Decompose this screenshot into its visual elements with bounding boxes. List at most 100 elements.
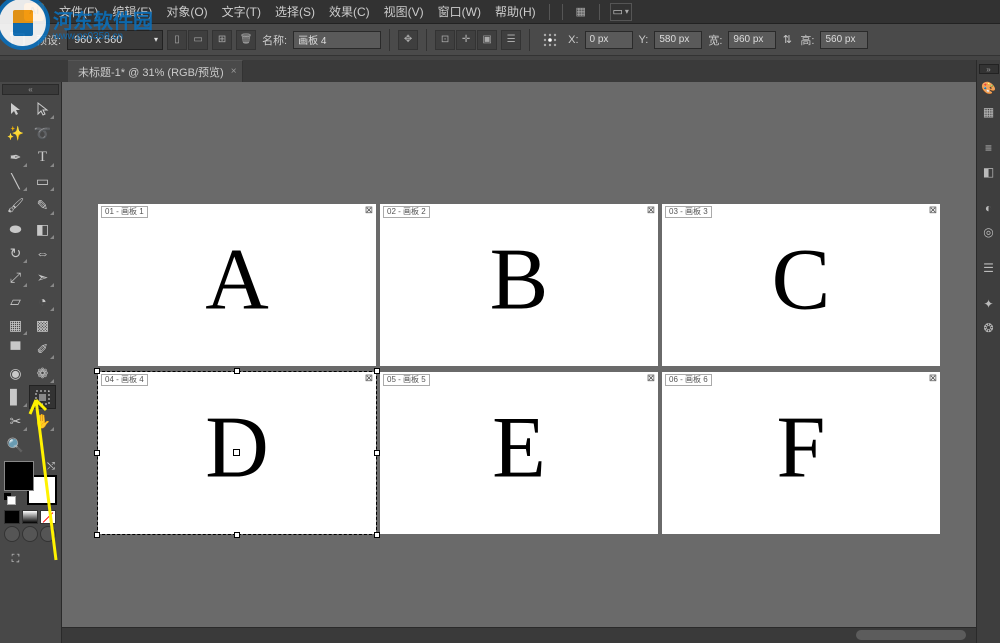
color-panel-icon[interactable]: 🎨: [979, 78, 999, 98]
draw-normal[interactable]: [4, 526, 20, 542]
artboard-tool[interactable]: [29, 385, 56, 409]
hand-tool[interactable]: ✋: [29, 409, 56, 433]
canvas-area[interactable]: 01 - 画板 1 ⊠ A 02 - 画板 2 ⊠ B 03 - 画板 3 ⊠ …: [62, 82, 976, 643]
selection-handle[interactable]: [234, 368, 240, 374]
free-transform-tool[interactable]: ▱: [2, 289, 29, 313]
slice-tool[interactable]: ✂: [2, 409, 29, 433]
arrange-documents-button[interactable]: ▭: [610, 3, 632, 21]
artboard-2[interactable]: 02 - 画板 2 ⊠ B: [380, 204, 658, 366]
width-tool[interactable]: ➣: [29, 265, 56, 289]
perspective-grid-tool[interactable]: ▦: [2, 313, 29, 337]
direct-selection-tool[interactable]: [29, 97, 56, 121]
stroke-panel-icon[interactable]: ≡: [979, 138, 999, 158]
line-tool[interactable]: ╲: [2, 169, 29, 193]
orientation-landscape-button[interactable]: ▭: [188, 30, 208, 50]
move-with-artboard-button[interactable]: ✥: [398, 30, 418, 50]
artboard-close-icon[interactable]: ⊠: [646, 206, 656, 216]
menu-object[interactable]: 对象(O): [159, 0, 214, 24]
h-label: 高:: [800, 32, 814, 48]
artboard-close-icon[interactable]: ⊠: [364, 206, 374, 216]
draw-inside[interactable]: [40, 526, 56, 542]
show-cross-hairs-button[interactable]: ✛: [456, 30, 476, 50]
selection-handle[interactable]: [94, 532, 100, 538]
type-tool[interactable]: T: [29, 145, 56, 169]
paintbrush-tool[interactable]: 🖌: [2, 193, 29, 217]
x-input[interactable]: [585, 31, 633, 49]
pen-tool[interactable]: ✒: [2, 145, 29, 169]
selection-handle[interactable]: [234, 532, 240, 538]
rectangle-tool[interactable]: ▭: [29, 169, 56, 193]
width-input[interactable]: [728, 31, 776, 49]
symbols-panel-icon[interactable]: ❂: [979, 318, 999, 338]
rotate-tool[interactable]: ↻: [2, 241, 29, 265]
artboard-close-icon[interactable]: ⊠: [646, 374, 656, 384]
link-wh-icon[interactable]: ⇅: [780, 28, 794, 52]
eyedropper-tool[interactable]: ✐: [29, 337, 56, 361]
selection-handle[interactable]: [94, 450, 100, 456]
new-artboard-button[interactable]: ⊞: [212, 30, 232, 50]
color-mode-solid[interactable]: [4, 510, 20, 524]
artboard-3[interactable]: 03 - 画板 3 ⊠ C: [662, 204, 940, 366]
artboard-close-icon[interactable]: ⊠: [928, 374, 938, 384]
artboard-options-button[interactable]: ☰: [501, 30, 521, 50]
artboard-name-input[interactable]: [293, 31, 381, 49]
selection-handle[interactable]: [94, 368, 100, 374]
blob-brush-tool[interactable]: ⬬: [2, 217, 29, 241]
selection-tool[interactable]: [2, 97, 29, 121]
draw-behind[interactable]: [22, 526, 38, 542]
mesh-tool[interactable]: ▩: [29, 313, 56, 337]
brushes-panel-icon[interactable]: ✦: [979, 294, 999, 314]
menu-effect[interactable]: 效果(C): [322, 0, 377, 24]
symbol-sprayer-tool[interactable]: ❁: [29, 361, 56, 385]
menu-select[interactable]: 选择(S): [268, 0, 322, 24]
y-input[interactable]: [654, 31, 702, 49]
menu-type[interactable]: 文字(T): [215, 0, 268, 24]
color-mode-gradient[interactable]: [22, 510, 38, 524]
transparency-panel-icon[interactable]: ◐: [979, 198, 999, 218]
orientation-portrait-button[interactable]: ▯: [167, 30, 187, 50]
show-center-mark-button[interactable]: ⊡: [435, 30, 455, 50]
swap-fill-stroke-icon[interactable]: ⤭: [47, 461, 55, 472]
menu-window[interactable]: 窗口(W): [431, 0, 488, 24]
shape-builder-tool[interactable]: ◔: [29, 289, 56, 313]
layers-panel-icon[interactable]: ☰: [979, 258, 999, 278]
artboard-1[interactable]: 01 - 画板 1 ⊠ A: [98, 204, 376, 366]
pencil-tool[interactable]: ✎: [29, 193, 56, 217]
fill-swatch[interactable]: [4, 461, 34, 491]
horizontal-scrollbar[interactable]: [62, 627, 976, 643]
reference-point-icon[interactable]: [538, 28, 562, 52]
column-graph-tool[interactable]: ▋: [2, 385, 29, 409]
bridge-icon[interactable]: ▦: [572, 3, 590, 21]
zoom-tool[interactable]: 🔍: [2, 433, 29, 457]
artboard-6[interactable]: 06 - 画板 6 ⊠ F: [662, 372, 940, 534]
blend-tool[interactable]: ◉: [2, 361, 29, 385]
scrollbar-thumb[interactable]: [856, 630, 966, 640]
magic-wand-tool[interactable]: ✨: [2, 121, 29, 145]
gradient-tool[interactable]: ▀: [2, 337, 29, 361]
panel-expand-grip[interactable]: »: [979, 64, 999, 74]
appearance-panel-icon[interactable]: ◎: [979, 222, 999, 242]
artboard-close-icon[interactable]: ⊠: [364, 374, 374, 384]
gradient-panel-icon[interactable]: ◧: [979, 162, 999, 182]
artboard-4[interactable]: 04 - 画板 4 ⊠ D: [98, 372, 376, 534]
screen-mode-button[interactable]: ⛶: [2, 547, 29, 571]
artboard-content-letter: C: [772, 229, 831, 330]
menu-help[interactable]: 帮助(H): [488, 0, 543, 24]
lasso-tool[interactable]: ➰: [29, 121, 56, 145]
fill-stroke-swatch[interactable]: ⤭: [4, 461, 57, 505]
delete-artboard-button[interactable]: 🗑: [236, 30, 256, 50]
artboard-5[interactable]: 05 - 画板 5 ⊠ E: [380, 372, 658, 534]
default-fill-stroke-icon[interactable]: [4, 493, 16, 505]
document-tab[interactable]: 未标题-1* @ 31% (RGB/预览) ×: [68, 60, 243, 82]
artboard-close-icon[interactable]: ⊠: [928, 206, 938, 216]
reflect-tool[interactable]: ⇔: [29, 241, 56, 265]
close-icon[interactable]: ×: [231, 66, 237, 77]
swatches-panel-icon[interactable]: ▦: [979, 102, 999, 122]
tools-collapse-grip[interactable]: «: [2, 84, 59, 95]
eraser-tool[interactable]: ◧: [29, 217, 56, 241]
height-input[interactable]: [820, 31, 868, 49]
scale-tool[interactable]: ⤢: [2, 265, 29, 289]
color-mode-none[interactable]: [40, 510, 56, 524]
menu-view[interactable]: 视图(V): [377, 0, 431, 24]
show-safe-areas-button[interactable]: ▣: [477, 30, 497, 50]
